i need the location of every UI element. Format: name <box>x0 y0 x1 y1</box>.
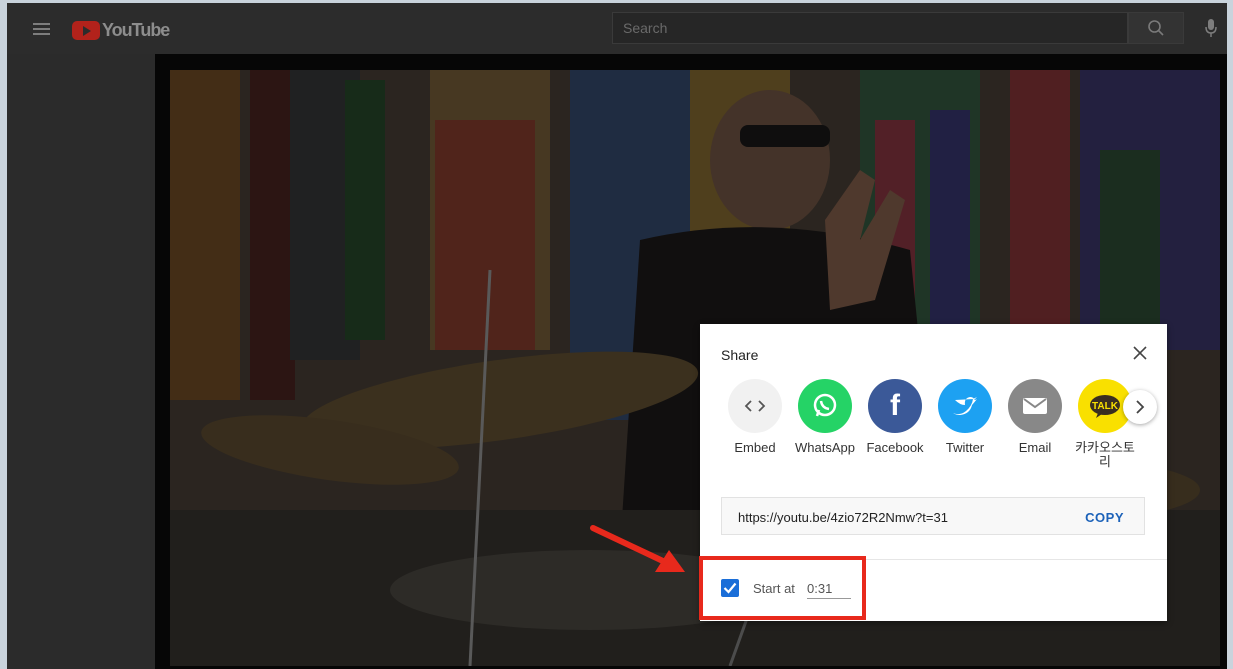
share-label-kakaostory: 카카오스토리 <box>1075 441 1135 469</box>
annotation-arrow-icon <box>590 525 685 572</box>
play-logo-icon <box>72 20 100 40</box>
email-icon <box>1008 379 1062 433</box>
logo-text: YouTube <box>102 19 170 40</box>
share-facebook[interactable]: f Facebook <box>860 379 930 455</box>
close-icon[interactable] <box>1131 344 1149 362</box>
annotation-highlight-box <box>699 556 866 620</box>
share-embed[interactable]: Embed <box>720 379 790 455</box>
search-button[interactable] <box>1128 12 1184 44</box>
share-label-whatsapp: WhatsApp <box>795 441 855 455</box>
share-label-embed: Embed <box>734 441 776 455</box>
share-label-facebook: Facebook <box>866 441 924 455</box>
share-twitter[interactable]: Twitter <box>930 379 1000 455</box>
share-whatsapp[interactable]: WhatsApp <box>790 379 860 455</box>
chevron-right-icon <box>1136 400 1145 414</box>
embed-icon <box>728 379 782 433</box>
share-link-text[interactable]: https://youtu.be/4zio72R2Nmw?t=31 <box>738 510 948 525</box>
next-share-button[interactable] <box>1123 390 1157 424</box>
copy-button[interactable]: COPY <box>1085 510 1124 525</box>
youtube-logo[interactable]: YouTube <box>72 19 170 40</box>
search-icon <box>1148 20 1164 36</box>
share-targets: Embed WhatsApp f Facebook Twitter Email <box>720 379 1145 474</box>
share-label-twitter: Twitter <box>945 441 985 455</box>
svg-text:TALK: TALK <box>1092 401 1119 412</box>
search-input[interactable]: Search <box>612 12 1128 44</box>
hamburger-menu-icon[interactable] <box>33 23 50 35</box>
sidebar <box>7 54 155 669</box>
microphone-icon[interactable] <box>1204 18 1218 38</box>
top-bar: YouTube Search <box>7 3 1227 54</box>
twitter-icon <box>938 379 992 433</box>
share-email[interactable]: Email <box>1000 379 1070 455</box>
share-label-email: Email <box>1018 441 1052 455</box>
share-link-field[interactable]: https://youtu.be/4zio72R2Nmw?t=31 COPY <box>721 497 1145 535</box>
share-dialog-title: Share <box>721 347 759 363</box>
facebook-icon: f <box>868 379 922 433</box>
whatsapp-icon <box>798 379 852 433</box>
